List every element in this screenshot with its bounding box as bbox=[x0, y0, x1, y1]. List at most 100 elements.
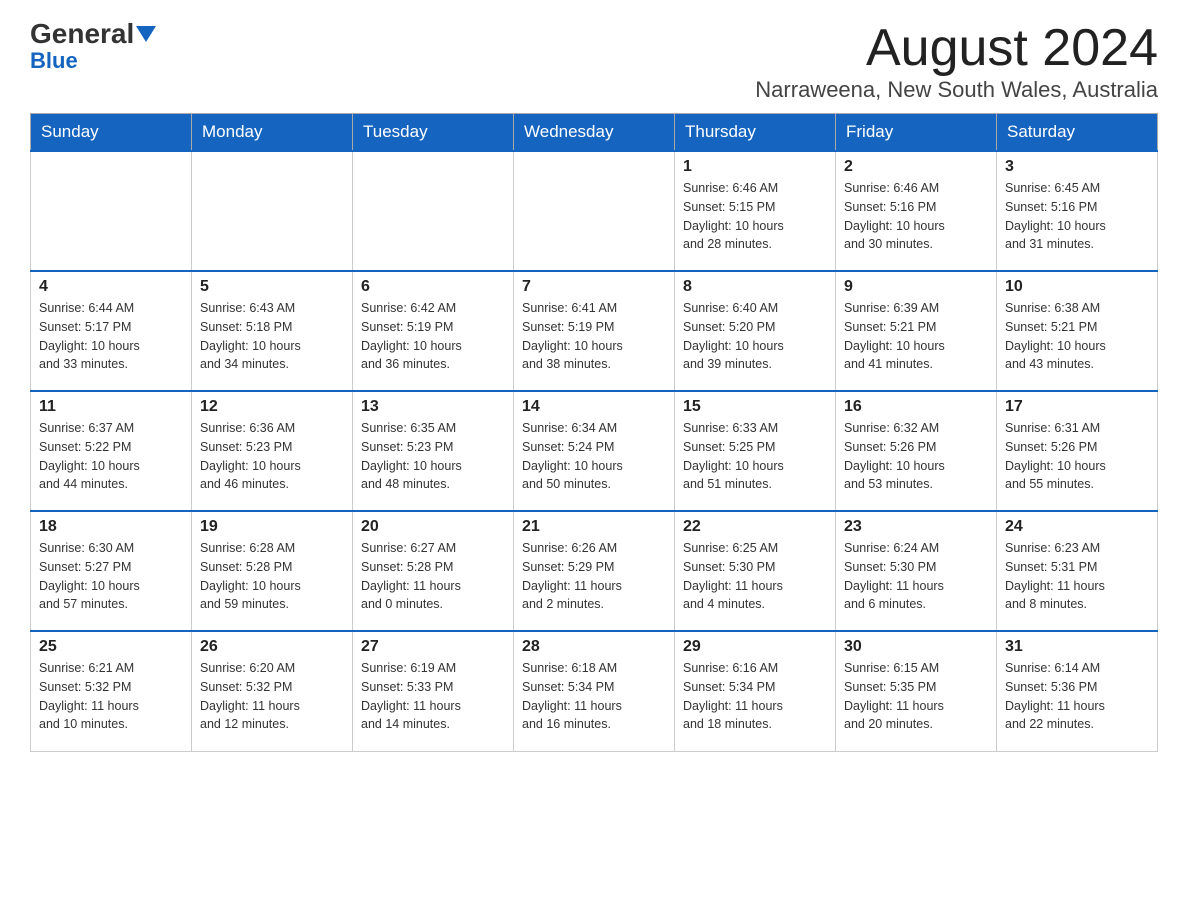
calendar-cell: 21Sunrise: 6:26 AMSunset: 5:29 PMDayligh… bbox=[514, 511, 675, 631]
calendar-cell bbox=[192, 151, 353, 271]
day-number: 3 bbox=[1005, 158, 1149, 176]
calendar-cell: 2 Sunrise: 6:46 AMSunset: 5:16 PMDaylight… bbox=[836, 151, 997, 271]
weekday-header-tuesday: Tuesday bbox=[353, 114, 514, 152]
calendar-cell: 30Sunrise: 6:15 AMSunset: 5:35 PMDayligh… bbox=[836, 631, 997, 751]
day-number: 12 bbox=[200, 398, 344, 416]
weekday-header-thursday: Thursday bbox=[675, 114, 836, 152]
weekday-header-saturday: Saturday bbox=[997, 114, 1158, 152]
day-number: 8 bbox=[683, 278, 827, 296]
calendar-cell: 25 Sunrise: 6:21 AMSunset: 5:32 PMDayligh… bbox=[31, 631, 192, 751]
calendar-cell: 31 Sunrise: 6:14 AMSunset: 5:36 PMDayligh… bbox=[997, 631, 1158, 751]
calendar-cell: 13Sunrise: 6:35 AMSunset: 5:23 PMDayligh… bbox=[353, 391, 514, 511]
logo: General Blue bbox=[30, 20, 156, 74]
day-info: Sunrise: 6:30 AMSunset: 5:27 PMDaylight:… bbox=[39, 539, 183, 614]
day-number: 27 bbox=[361, 638, 505, 656]
calendar-cell: 20Sunrise: 6:27 AMSunset: 5:28 PMDayligh… bbox=[353, 511, 514, 631]
calendar-cell: 18 Sunrise: 6:30 AMSunset: 5:27 PMDayligh… bbox=[31, 511, 192, 631]
day-info: Sunrise: 6:21 AMSunset: 5:32 PMDaylight:… bbox=[39, 659, 183, 734]
calendar-cell: 22 Sunrise: 6:25 AMSunset: 5:30 PMDayligh… bbox=[675, 511, 836, 631]
calendar-cell: 14 Sunrise: 6:34 AMSunset: 5:24 PMDayligh… bbox=[514, 391, 675, 511]
calendar-cell: 1 Sunrise: 6:46 AMSunset: 5:15 PMDaylight… bbox=[675, 151, 836, 271]
logo-text-black: General bbox=[30, 20, 134, 48]
calendar-cell bbox=[514, 151, 675, 271]
week-row-2: 4 Sunrise: 6:44 AMSunset: 5:17 PMDaylight… bbox=[31, 271, 1158, 391]
title-section: August 2024 Narraweena, New South Wales,… bbox=[755, 20, 1158, 103]
calendar-cell: 3 Sunrise: 6:45 AMSunset: 5:16 PMDaylight… bbox=[997, 151, 1158, 271]
calendar-cell: 7 Sunrise: 6:41 AMSunset: 5:19 PMDaylight… bbox=[514, 271, 675, 391]
calendar-cell: 9 Sunrise: 6:39 AMSunset: 5:21 PMDaylight… bbox=[836, 271, 997, 391]
day-number: 11 bbox=[39, 398, 183, 416]
day-info: Sunrise: 6:45 AMSunset: 5:16 PMDaylight:… bbox=[1005, 179, 1149, 254]
week-row-1: 1 Sunrise: 6:46 AMSunset: 5:15 PMDaylight… bbox=[31, 151, 1158, 271]
day-number: 2 bbox=[844, 158, 988, 176]
day-info: Sunrise: 6:39 AMSunset: 5:21 PMDaylight:… bbox=[844, 299, 988, 374]
day-info: Sunrise: 6:44 AMSunset: 5:17 PMDaylight:… bbox=[39, 299, 183, 374]
calendar-cell: 17Sunrise: 6:31 AMSunset: 5:26 PMDayligh… bbox=[997, 391, 1158, 511]
weekday-header-wednesday: Wednesday bbox=[514, 114, 675, 152]
day-number: 7 bbox=[522, 278, 666, 296]
day-number: 9 bbox=[844, 278, 988, 296]
calendar-cell: 5 Sunrise: 6:43 AMSunset: 5:18 PMDaylight… bbox=[192, 271, 353, 391]
day-info: Sunrise: 6:14 AMSunset: 5:36 PMDaylight:… bbox=[1005, 659, 1149, 734]
calendar-cell: 8 Sunrise: 6:40 AMSunset: 5:20 PMDaylight… bbox=[675, 271, 836, 391]
day-info: Sunrise: 6:28 AMSunset: 5:28 PMDaylight:… bbox=[200, 539, 344, 614]
day-info: Sunrise: 6:16 AMSunset: 5:34 PMDaylight:… bbox=[683, 659, 827, 734]
day-number: 25 bbox=[39, 638, 183, 656]
weekday-header-monday: Monday bbox=[192, 114, 353, 152]
day-info: Sunrise: 6:38 AMSunset: 5:21 PMDaylight:… bbox=[1005, 299, 1149, 374]
calendar-cell: 24 Sunrise: 6:23 AMSunset: 5:31 PMDayligh… bbox=[997, 511, 1158, 631]
weekday-header-friday: Friday bbox=[836, 114, 997, 152]
day-number: 28 bbox=[522, 638, 666, 656]
month-title: August 2024 bbox=[755, 20, 1158, 77]
day-info: Sunrise: 6:37 AMSunset: 5:22 PMDaylight:… bbox=[39, 419, 183, 494]
calendar-cell: 27 Sunrise: 6:19 AMSunset: 5:33 PMDayligh… bbox=[353, 631, 514, 751]
day-number: 31 bbox=[1005, 638, 1149, 656]
day-info: Sunrise: 6:18 AMSunset: 5:34 PMDaylight:… bbox=[522, 659, 666, 734]
day-info: Sunrise: 6:15 AMSunset: 5:35 PMDaylight:… bbox=[844, 659, 988, 734]
calendar-cell bbox=[31, 151, 192, 271]
day-number: 23 bbox=[844, 518, 988, 536]
day-number: 5 bbox=[200, 278, 344, 296]
day-info: Sunrise: 6:46 AMSunset: 5:15 PMDaylight:… bbox=[683, 179, 827, 254]
calendar-cell: 6 Sunrise: 6:42 AMSunset: 5:19 PMDaylight… bbox=[353, 271, 514, 391]
day-info: Sunrise: 6:36 AMSunset: 5:23 PMDaylight:… bbox=[200, 419, 344, 494]
day-info: Sunrise: 6:20 AMSunset: 5:32 PMDaylight:… bbox=[200, 659, 344, 734]
day-number: 14 bbox=[522, 398, 666, 416]
day-info: Sunrise: 6:43 AMSunset: 5:18 PMDaylight:… bbox=[200, 299, 344, 374]
week-row-5: 25 Sunrise: 6:21 AMSunset: 5:32 PMDayligh… bbox=[31, 631, 1158, 751]
day-info: Sunrise: 6:42 AMSunset: 5:19 PMDaylight:… bbox=[361, 299, 505, 374]
calendar-cell: 16Sunrise: 6:32 AMSunset: 5:26 PMDayligh… bbox=[836, 391, 997, 511]
day-info: Sunrise: 6:34 AMSunset: 5:24 PMDaylight:… bbox=[522, 419, 666, 494]
day-number: 21 bbox=[522, 518, 666, 536]
day-number: 18 bbox=[39, 518, 183, 536]
calendar-cell: 28 Sunrise: 6:18 AMSunset: 5:34 PMDayligh… bbox=[514, 631, 675, 751]
day-number: 22 bbox=[683, 518, 827, 536]
day-info: Sunrise: 6:40 AMSunset: 5:20 PMDaylight:… bbox=[683, 299, 827, 374]
day-info: Sunrise: 6:31 AMSunset: 5:26 PMDaylight:… bbox=[1005, 419, 1149, 494]
day-number: 26 bbox=[200, 638, 344, 656]
day-info: Sunrise: 6:23 AMSunset: 5:31 PMDaylight:… bbox=[1005, 539, 1149, 614]
day-number: 4 bbox=[39, 278, 183, 296]
day-info: Sunrise: 6:35 AMSunset: 5:23 PMDaylight:… bbox=[361, 419, 505, 494]
day-number: 10 bbox=[1005, 278, 1149, 296]
day-number: 24 bbox=[1005, 518, 1149, 536]
weekday-header-row: SundayMondayTuesdayWednesdayThursdayFrid… bbox=[31, 114, 1158, 152]
day-number: 1 bbox=[683, 158, 827, 176]
day-number: 20 bbox=[361, 518, 505, 536]
day-info: Sunrise: 6:32 AMSunset: 5:26 PMDaylight:… bbox=[844, 419, 988, 494]
day-info: Sunrise: 6:25 AMSunset: 5:30 PMDaylight:… bbox=[683, 539, 827, 614]
calendar-table: SundayMondayTuesdayWednesdayThursdayFrid… bbox=[30, 113, 1158, 752]
calendar-cell: 11 Sunrise: 6:37 AMSunset: 5:22 PMDayligh… bbox=[31, 391, 192, 511]
day-info: Sunrise: 6:41 AMSunset: 5:19 PMDaylight:… bbox=[522, 299, 666, 374]
logo-triangle-icon bbox=[136, 26, 156, 42]
day-info: Sunrise: 6:19 AMSunset: 5:33 PMDaylight:… bbox=[361, 659, 505, 734]
calendar-cell: 19 Sunrise: 6:28 AMSunset: 5:28 PMDayligh… bbox=[192, 511, 353, 631]
day-number: 6 bbox=[361, 278, 505, 296]
day-info: Sunrise: 6:24 AMSunset: 5:30 PMDaylight:… bbox=[844, 539, 988, 614]
week-row-3: 11 Sunrise: 6:37 AMSunset: 5:22 PMDayligh… bbox=[31, 391, 1158, 511]
day-number: 29 bbox=[683, 638, 827, 656]
day-info: Sunrise: 6:46 AMSunset: 5:16 PMDaylight:… bbox=[844, 179, 988, 254]
weekday-header-sunday: Sunday bbox=[31, 114, 192, 152]
day-number: 19 bbox=[200, 518, 344, 536]
day-number: 15 bbox=[683, 398, 827, 416]
